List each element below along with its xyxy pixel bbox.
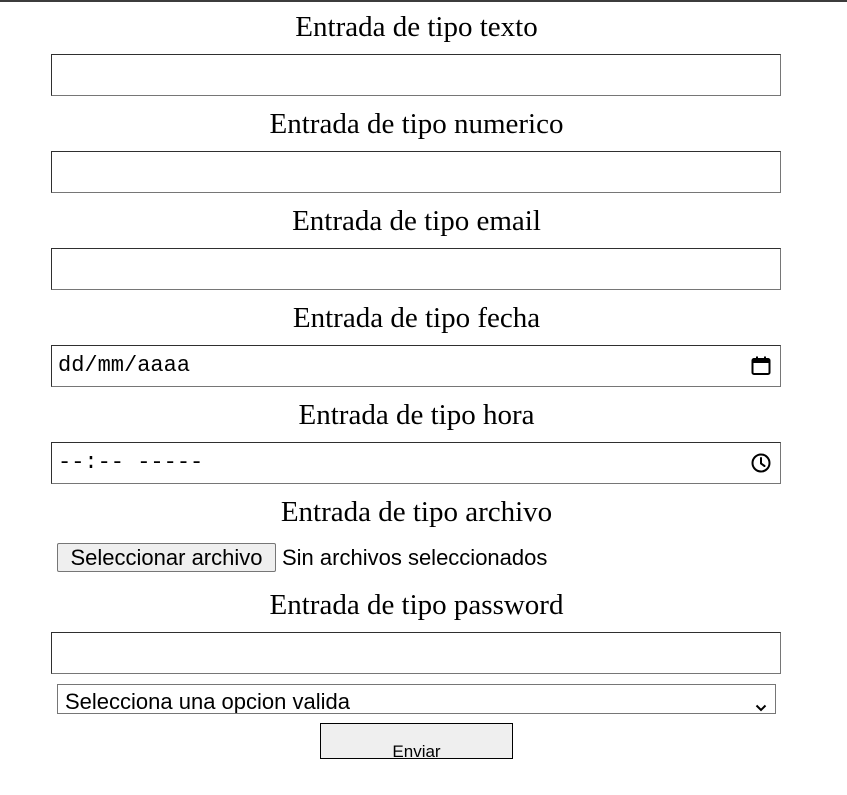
- choose-file-button[interactable]: Seleccionar archivo: [57, 543, 276, 572]
- top-border: [0, 0, 847, 2]
- time-input-placeholder: --:-- -----: [58, 450, 204, 475]
- select-selected-value: Selecciona una opcion valida: [65, 689, 350, 714]
- password-input[interactable]: [51, 632, 781, 674]
- clock-icon[interactable]: [750, 452, 772, 474]
- number-input-label: Entrada de tipo numerico: [269, 108, 564, 140]
- email-input-label: Entrada de tipo email: [292, 205, 541, 237]
- time-input[interactable]: --:-- -----: [51, 442, 781, 484]
- submit-button[interactable]: Enviar: [320, 723, 513, 759]
- option-select[interactable]: Selecciona una opcion valida: [57, 684, 776, 714]
- email-input[interactable]: [51, 248, 781, 290]
- chevron-down-icon: [755, 693, 767, 712]
- calendar-icon[interactable]: [750, 355, 772, 377]
- date-input-placeholder: dd/mm/aaaa: [58, 353, 191, 378]
- file-input-label: Entrada de tipo archivo: [280, 496, 553, 528]
- file-status-text: Sin archivos seleccionados: [282, 545, 548, 570]
- text-input-label: Entrada de tipo texto: [295, 11, 538, 43]
- date-input-label: Entrada de tipo fecha: [292, 302, 541, 334]
- password-input-label: Entrada de tipo password: [269, 589, 564, 621]
- submit-button-label: Enviar: [392, 742, 441, 759]
- number-input[interactable]: [51, 151, 781, 193]
- date-input[interactable]: dd/mm/aaaa: [51, 345, 781, 387]
- text-input[interactable]: [51, 54, 781, 96]
- time-input-label: Entrada de tipo hora: [298, 399, 535, 431]
